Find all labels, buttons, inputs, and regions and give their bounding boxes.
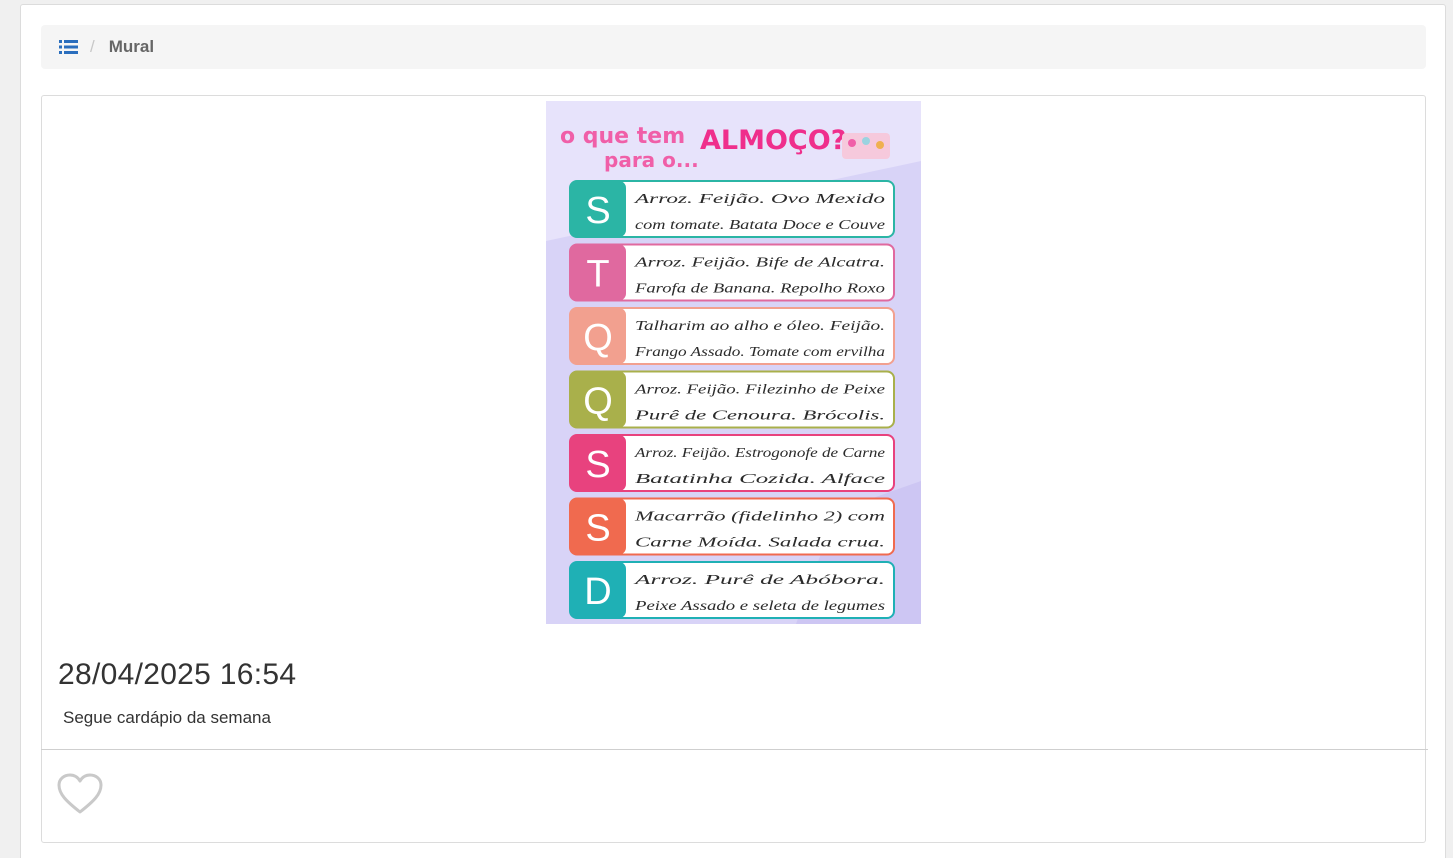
menu-day-text: Purê de Cenoura. Brócolis. [633, 409, 885, 424]
menu-day-letter: Q [583, 317, 613, 359]
post-text: Segue cardápio da semana [63, 708, 271, 727]
menu-day-letter: S [585, 190, 610, 232]
menu-title-line1: o que tem [560, 124, 685, 149]
menu-day-text: Arroz. Feijão. Bife de Alcatra. [634, 256, 885, 271]
menu-day-letter: D [584, 571, 611, 613]
menu-day-letter: Q [583, 381, 613, 423]
post-card: o que tem para o... ALMOÇO? S Arroz. Feij… [41, 95, 1428, 843]
menu-day-row: S Arroz. Feijão. Estrogonofe de Carne Bata… [569, 434, 895, 492]
menu-day-text: Carne Moída. Salada crua. [635, 536, 885, 551]
menu-day-letter: S [585, 444, 610, 486]
menu-day-text: Farofa de Banana. Repolho Roxo [634, 282, 885, 297]
menu-day-letter: T [586, 254, 609, 296]
menu-day-text: Batatinha Cozida. Alface [635, 472, 885, 487]
menu-day-row: Q Talharim ao alho e óleo. Feijão. Frango … [569, 307, 895, 365]
breadcrumb-current: Mural [108, 37, 155, 56]
menu-day-text: Arroz. Feijão. Estrogonofe de Carne [634, 446, 885, 461]
menu-day-row: S Arroz. Feijão. Ovo Mexido com tomate. Ba… [569, 180, 895, 238]
card-divider [41, 749, 1428, 750]
menu-day-row: T Arroz. Feijão. Bife de Alcatra. Farofa d… [569, 243, 895, 302]
post-date: 28/04/2025 16:54 [58, 658, 297, 691]
menu-day-text: Frango Assado. Tomate com ervilha [634, 345, 885, 360]
menu-day-row: S Macarrão (fidelinho 2) com Carne Moída. … [569, 497, 895, 556]
menu-day-row: D Arroz. Purê de Abóbora. Peixe Assado e s… [569, 561, 895, 619]
like-button[interactable] [56, 772, 104, 816]
menu-day-text: Arroz. Feijão. Ovo Mexido [633, 192, 885, 207]
menu-day-text: Talharim ao alho e óleo. Feijão. [635, 319, 885, 334]
menu-title-line2: para o... [604, 148, 699, 172]
menu-day-text: Arroz. Purê de Abóbora. [633, 573, 885, 588]
menu-logo-icon [842, 133, 890, 159]
menu-title-main: ALMOÇO? [700, 125, 846, 156]
list-icon[interactable] [59, 40, 78, 54]
menu-day-letter: S [585, 508, 610, 550]
heart-outline-icon [57, 773, 103, 814]
menu-day-text: Arroz. Feijão. Filezinho de Peixe [634, 383, 885, 398]
mural-panel: / Mural o que tem para o... ALMOÇO? S Arr… [20, 4, 1446, 858]
menu-day-text: com tomate. Batata Doce e Couve [635, 218, 885, 233]
menu-day-row: Q Arroz. Feijão. Filezinho de Peixe Purê d… [569, 370, 895, 429]
breadcrumb: / Mural [41, 25, 1426, 69]
menu-image[interactable]: o que tem para o... ALMOÇO? S Arroz. Feij… [546, 101, 921, 624]
menu-day-text: Peixe Assado e seleta de legumes [634, 599, 886, 614]
menu-image-graphic: o que tem para o... ALMOÇO? S Arroz. Feij… [546, 101, 921, 624]
menu-day-text: Macarrão (fidelinho 2) com [633, 510, 885, 525]
breadcrumb-separator: / [90, 37, 95, 56]
